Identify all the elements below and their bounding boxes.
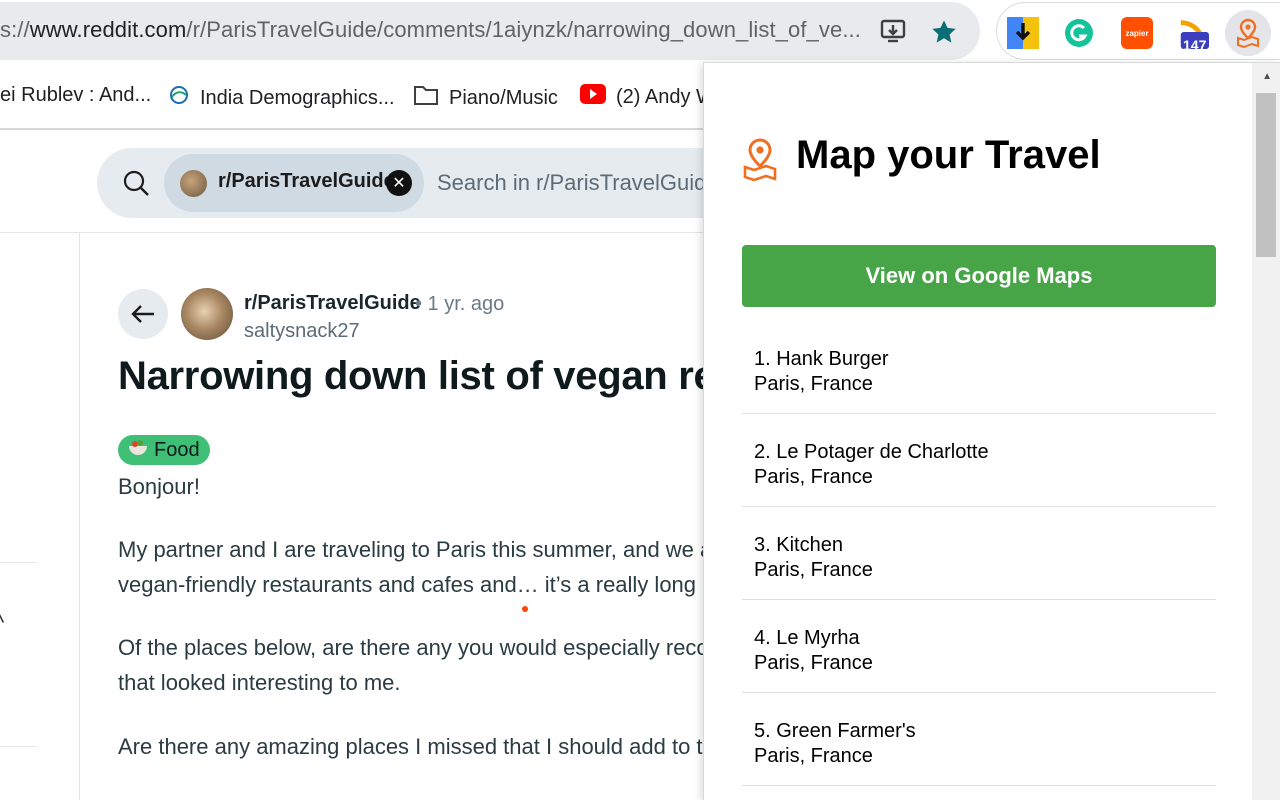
subreddit-filter-chip[interactable]: r/ParisTravelGuide ✕	[164, 154, 424, 212]
url-path: /r/ParisTravelGuide/comments/1aiynzk/nar…	[186, 17, 861, 42]
place-list-item[interactable]: 2. Le Potager de Charlotte Paris, France	[742, 414, 1216, 507]
grammarly-icon[interactable]	[1063, 17, 1095, 49]
remove-filter-close-icon[interactable]: ✕	[386, 170, 412, 196]
cursor-dot	[522, 606, 528, 612]
sidebar-divider	[79, 233, 80, 800]
place-location: Paris, France	[754, 466, 873, 488]
post-paragraph: vegan-friendly restaurants and cafes and…	[118, 572, 712, 597]
place-list-item[interactable]: 5. Green Farmer's Paris, France	[742, 693, 1216, 786]
place-name: 5. Green Farmer's	[754, 720, 916, 742]
bookmark-item[interactable]: ei Rublev : And...	[0, 84, 151, 107]
browser-toolbar: s://www.reddit.com/r/ParisTravelGuide/co…	[0, 0, 1280, 66]
place-list-item[interactable]: 4. Le Myrha Paris, France	[742, 600, 1216, 693]
reddit-search-bar[interactable]: r/ParisTravelGuide ✕ Search in r/ParisTr…	[97, 148, 797, 218]
scroll-up-arrow-icon[interactable]: ▲	[1262, 71, 1272, 82]
bookmark-item[interactable]: (2) Andy W	[580, 84, 715, 110]
post-paragraph: Of the places below, are there any you w…	[118, 635, 709, 660]
map-your-travel-extension-button[interactable]	[1225, 10, 1271, 56]
places-list: 1. Hank Burger Paris, France 2. Le Potag…	[742, 321, 1216, 786]
bookmark-item[interactable]: India Demographics...	[168, 84, 395, 112]
url-host: www.reddit.com	[29, 17, 187, 42]
place-location: Paris, France	[754, 652, 873, 674]
chevron-up-icon[interactable]: ^	[0, 610, 4, 636]
globe-icon	[168, 84, 190, 112]
bookmark-item[interactable]: Piano/Music	[413, 84, 558, 112]
search-icon	[123, 170, 151, 203]
subreddit-avatar[interactable]	[181, 288, 233, 340]
place-name: 4. Le Myrha	[754, 627, 860, 649]
arrow-left-icon	[131, 305, 154, 323]
download-extension-icon[interactable]	[1007, 17, 1039, 49]
place-location: Paris, France	[754, 373, 873, 395]
post-paragraph: My partner and I are traveling to Paris …	[118, 537, 713, 562]
back-button[interactable]	[118, 289, 168, 339]
subreddit-avatar	[180, 170, 207, 197]
feed-extension-icon[interactable]: 147	[1177, 17, 1209, 53]
place-location: Paris, France	[754, 559, 873, 581]
folder-icon	[413, 84, 439, 112]
bookmark-label: Piano/Music	[449, 86, 558, 109]
place-list-item[interactable]: 1. Hank Burger Paris, France	[742, 321, 1216, 414]
sidebar-separator	[0, 746, 36, 747]
place-list-item[interactable]: 3. Kitchen Paris, France	[742, 507, 1216, 600]
salad-icon	[128, 438, 148, 462]
install-app-icon[interactable]	[878, 16, 910, 48]
post-paragraph: that looked interesting to me.	[118, 670, 401, 695]
flair-label: Food	[154, 438, 200, 461]
zapier-icon[interactable]: zapier	[1121, 17, 1153, 49]
view-on-google-maps-button[interactable]: View on Google Maps	[742, 245, 1216, 307]
post-flair[interactable]: Food	[118, 435, 210, 465]
place-name: 1. Hank Burger	[754, 348, 889, 370]
address-bar[interactable]: s://www.reddit.com/r/ParisTravelGuide/co…	[0, 2, 980, 60]
feed-badge-count: 147	[1183, 37, 1207, 53]
url-text[interactable]: s://www.reddit.com/r/ParisTravelGuide/co…	[0, 17, 861, 43]
map-pin-icon	[742, 137, 778, 186]
bookmark-label: (2) Andy W	[616, 85, 715, 108]
place-location: Paris, France	[754, 745, 873, 767]
extensions-area: zapier 147	[996, 2, 1280, 60]
post-paragraph: Are there any amazing places I missed th…	[118, 734, 715, 759]
scrollbar-thumb[interactable]	[1256, 93, 1276, 257]
popup-scrollbar[interactable]: ▲	[1252, 63, 1280, 800]
map-your-travel-popup: Map your Travel View on Google Maps 1. H…	[703, 62, 1280, 800]
bookmark-label: India Demographics...	[200, 86, 395, 109]
post-subreddit-link[interactable]: r/ParisTravelGuide	[244, 292, 421, 315]
screen: s://www.reddit.com/r/ParisTravelGuide/co…	[0, 0, 1280, 800]
place-name: 2. Le Potager de Charlotte	[754, 441, 989, 463]
chip-label: r/ParisTravelGuide	[218, 170, 395, 192]
url-prefix: s://	[0, 17, 30, 42]
popup-title: Map your Travel	[796, 133, 1101, 177]
post-title: Narrowing down list of vegan resta	[118, 354, 773, 398]
bookmark-star-icon[interactable]	[928, 16, 960, 48]
post-author[interactable]: saltysnack27	[244, 320, 360, 343]
post-paragraph: Bonjour!	[118, 474, 200, 499]
search-placeholder[interactable]: Search in r/ParisTravelGuide	[437, 170, 719, 196]
bookmark-label: ei Rublev : And...	[0, 84, 152, 106]
sidebar-separator	[0, 562, 36, 563]
post-age: • 1 yr. ago	[415, 293, 505, 315]
youtube-icon	[580, 84, 606, 110]
place-name: 3. Kitchen	[754, 534, 843, 556]
